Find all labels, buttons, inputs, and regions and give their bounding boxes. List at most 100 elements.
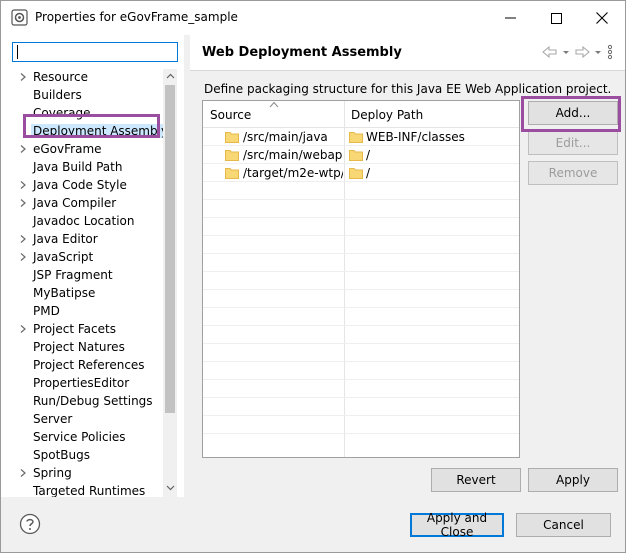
forward-arrow-icon[interactable] bbox=[573, 44, 591, 60]
tree-item-label: Javadoc Location bbox=[33, 214, 135, 228]
tree-item-label: Project Natures bbox=[33, 340, 125, 354]
add-button-highlight-box bbox=[521, 96, 621, 132]
tree-item-label: Server bbox=[33, 412, 73, 426]
table-row[interactable]: /src/main/webapp / bbox=[203, 146, 519, 164]
sort-ascending-icon bbox=[269, 101, 279, 108]
column-header-source[interactable]: Source bbox=[210, 108, 251, 122]
expand-chevron-icon[interactable] bbox=[18, 144, 28, 154]
forward-menu-chevron-icon[interactable] bbox=[593, 44, 603, 60]
scrollbar-thumb[interactable] bbox=[165, 85, 175, 413]
tree-item[interactable]: Project References bbox=[1, 356, 163, 374]
deploy-path-cell: WEB-INF/classes bbox=[366, 130, 465, 144]
expand-chevron-icon[interactable] bbox=[18, 180, 28, 190]
folder-icon bbox=[225, 168, 239, 179]
tree-item[interactable]: Project Facets bbox=[1, 320, 163, 338]
tree-item[interactable]: Javadoc Location bbox=[1, 212, 163, 230]
edit-button[interactable]: Edit... bbox=[528, 131, 618, 155]
tree-item[interactable]: Java Build Path bbox=[1, 158, 163, 176]
tree-item[interactable]: Project Natures bbox=[1, 338, 163, 356]
tree-item-label: Java Code Style bbox=[33, 178, 127, 192]
tree-item-label: eGovFrame bbox=[33, 142, 102, 156]
source-cell: /src/main/webapp bbox=[243, 148, 343, 162]
page-title: Web Deployment Assembly bbox=[202, 45, 402, 60]
expand-chevron-icon[interactable] bbox=[18, 252, 28, 262]
empty-table-row bbox=[203, 326, 519, 344]
expand-chevron-icon[interactable] bbox=[18, 72, 28, 82]
tree-item[interactable]: JavaScript bbox=[1, 248, 163, 266]
cancel-button[interactable]: Cancel bbox=[516, 513, 611, 537]
help-icon[interactable] bbox=[19, 513, 41, 535]
empty-table-row bbox=[203, 218, 519, 236]
tree-item[interactable]: Resource bbox=[1, 68, 163, 86]
tree-item[interactable]: Builders bbox=[1, 86, 163, 104]
tree-item[interactable]: JSP Fragment bbox=[1, 266, 163, 284]
title-bar: Properties for eGovFrame_sample bbox=[1, 1, 625, 35]
table-row[interactable]: /src/main/java WEB-INF/classes bbox=[203, 128, 519, 146]
folder-icon bbox=[225, 150, 239, 161]
empty-table-row bbox=[203, 398, 519, 416]
tree-item[interactable]: Java Editor bbox=[1, 230, 163, 248]
scroll-down-icon[interactable] bbox=[166, 483, 175, 492]
filter-input[interactable] bbox=[12, 42, 178, 62]
tree-item-label: Resource bbox=[33, 70, 89, 84]
tree-item-label: Java Editor bbox=[33, 232, 98, 246]
properties-dialog: Properties for eGovFrame_sample Resource… bbox=[0, 0, 626, 553]
remove-button[interactable]: Remove bbox=[528, 161, 618, 185]
tree-item[interactable]: Java Code Style bbox=[1, 176, 163, 194]
tree-item-label: Project References bbox=[33, 358, 145, 372]
tree-item[interactable]: Spring bbox=[1, 464, 163, 482]
tree-item-label: Project Facets bbox=[33, 322, 116, 336]
page-header: Web Deployment Assembly bbox=[190, 35, 625, 71]
back-menu-chevron-icon[interactable] bbox=[561, 44, 571, 60]
folder-icon bbox=[349, 150, 363, 161]
source-cell: /src/main/java bbox=[243, 130, 328, 144]
table-row[interactable]: /target/m2e-wtp/web-resources / bbox=[203, 164, 519, 182]
view-menu-icon[interactable] bbox=[605, 44, 615, 60]
column-header-deploy-path[interactable]: Deploy Path bbox=[351, 108, 423, 122]
back-arrow-icon[interactable] bbox=[541, 44, 559, 60]
empty-table-row bbox=[203, 254, 519, 272]
tree-item[interactable]: SpotBugs bbox=[1, 446, 163, 464]
empty-table-row bbox=[203, 272, 519, 290]
tree-item[interactable]: PropertiesEditor bbox=[1, 374, 163, 392]
expand-chevron-icon[interactable] bbox=[18, 468, 28, 478]
expand-chevron-icon[interactable] bbox=[18, 324, 28, 334]
maximize-icon bbox=[550, 12, 562, 24]
window-title: Properties for eGovFrame_sample bbox=[35, 10, 238, 24]
dialog-button-bar: Apply and Close Cancel bbox=[1, 497, 625, 552]
empty-table-row bbox=[203, 362, 519, 380]
empty-table-row bbox=[203, 380, 519, 398]
folder-icon bbox=[349, 168, 363, 179]
empty-table-row bbox=[203, 236, 519, 254]
tree-item-label: PropertiesEditor bbox=[33, 376, 130, 390]
tree-item[interactable]: PMD bbox=[1, 302, 163, 320]
tree-item[interactable]: MyBatipse bbox=[1, 284, 163, 302]
tree-item[interactable]: Server bbox=[1, 410, 163, 428]
scroll-up-icon[interactable] bbox=[166, 72, 175, 81]
empty-table-row bbox=[203, 416, 519, 434]
tree-item-label: JavaScript bbox=[33, 250, 94, 264]
maximize-button[interactable] bbox=[533, 1, 579, 35]
assembly-table[interactable]: Source Deploy Path /src/main/java WEB-INF… bbox=[202, 100, 520, 458]
tree-item-label: MyBatipse bbox=[33, 286, 96, 300]
apply-and-close-button[interactable]: Apply and Close bbox=[410, 511, 504, 539]
tree-item[interactable]: Service Policies bbox=[1, 428, 163, 446]
revert-button[interactable]: Revert bbox=[431, 468, 521, 492]
page-nav-toolbar bbox=[541, 44, 615, 60]
close-icon bbox=[596, 12, 608, 24]
apply-button[interactable]: Apply bbox=[528, 468, 618, 492]
empty-table-row bbox=[203, 182, 519, 200]
page-description: Define packaging structure for this Java… bbox=[204, 82, 612, 96]
minimize-icon bbox=[504, 17, 516, 19]
minimize-button[interactable] bbox=[487, 1, 533, 35]
empty-table-row bbox=[203, 308, 519, 326]
tree-item[interactable]: eGovFrame bbox=[1, 140, 163, 158]
close-button[interactable] bbox=[579, 1, 625, 35]
tree-scrollbar[interactable] bbox=[163, 69, 177, 497]
selection-highlight-box bbox=[23, 114, 160, 138]
tree-item-label: PMD bbox=[33, 304, 60, 318]
tree-item[interactable]: Run/Debug Settings bbox=[1, 392, 163, 410]
expand-chevron-icon[interactable] bbox=[18, 234, 28, 244]
expand-chevron-icon[interactable] bbox=[18, 198, 28, 208]
tree-item[interactable]: Java Compiler bbox=[1, 194, 163, 212]
